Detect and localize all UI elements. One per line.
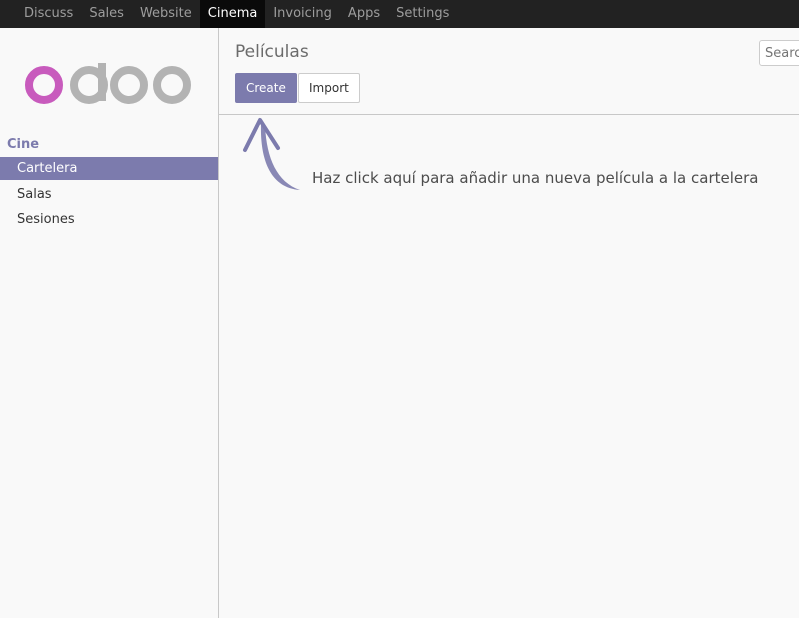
sidebar-item-salas[interactable]: Salas <box>0 183 218 206</box>
sidebar-item-sesiones[interactable]: Sesiones <box>0 208 218 231</box>
control-panel: Películas Create Import <box>219 28 799 115</box>
sidebar-item-cartelera[interactable]: Cartelera <box>0 157 218 180</box>
top-navbar: Discuss Sales Website Cinema Invoicing A… <box>0 0 799 28</box>
sidebar-section-title: Cine <box>7 137 40 152</box>
sidebar: Cine Cartelera Salas Sesiones <box>0 28 219 618</box>
curved-arrow-icon <box>243 118 300 190</box>
import-button[interactable]: Import <box>298 73 360 103</box>
menu-item-discuss[interactable]: Discuss <box>16 0 81 28</box>
menu-item-invoicing[interactable]: Invoicing <box>265 0 340 28</box>
search-input[interactable] <box>759 40 799 66</box>
page-title: Películas <box>235 42 309 62</box>
menu-item-sales[interactable]: Sales <box>81 0 132 28</box>
empty-view-helper: Haz click aquí para añadir una nueva pel… <box>240 114 780 204</box>
menu-item-cinema[interactable]: Cinema <box>199 0 266 28</box>
menu-item-apps[interactable]: Apps <box>340 0 388 28</box>
odoo-logo[interactable] <box>24 61 194 109</box>
helper-text: Haz click aquí para añadir una nueva pel… <box>312 169 759 187</box>
menu-item-settings[interactable]: Settings <box>388 0 457 28</box>
create-button[interactable]: Create <box>235 73 297 103</box>
app-menu: Discuss Sales Website Cinema Invoicing A… <box>16 0 457 28</box>
menu-item-website[interactable]: Website <box>132 0 200 28</box>
